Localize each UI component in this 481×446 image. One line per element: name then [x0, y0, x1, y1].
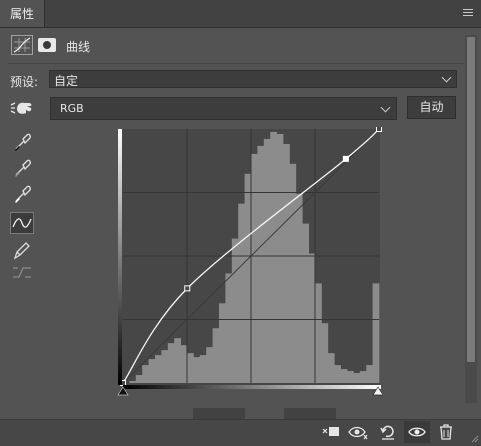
channel-select[interactable]: RGB: [50, 97, 397, 120]
panel-tab-bar: [0, 0, 481, 28]
white-point-eyedropper-icon[interactable]: [10, 183, 34, 205]
edit-points-curve-icon[interactable]: [10, 212, 34, 234]
delete-trash-icon[interactable]: [437, 423, 455, 441]
histogram-bin: [263, 138, 271, 383]
histogram-bin: [359, 371, 367, 383]
auto-button[interactable]: 自动: [407, 96, 456, 119]
histogram-bin: [199, 355, 207, 383]
output-gradient-bar: [118, 129, 122, 385]
black-point-eyedropper-icon[interactable]: [10, 131, 34, 153]
divider: [8, 63, 464, 64]
channel-value: RGB: [60, 102, 84, 115]
preset-select[interactable]: 自定: [49, 70, 457, 88]
histogram-bin: [366, 365, 373, 383]
smooth-curve-icon[interactable]: [10, 262, 34, 284]
histogram-bin: [347, 371, 354, 383]
histogram-bin: [315, 283, 322, 383]
histogram-bin: [161, 350, 169, 383]
chevron-down-icon: [441, 72, 452, 83]
histogram-bin: [321, 323, 329, 383]
histogram-bin: [219, 303, 226, 383]
histogram-bin: [372, 283, 380, 383]
histogram-bin: [129, 381, 137, 383]
tab-properties-label: 属性: [10, 7, 35, 21]
panel-title: 曲线: [66, 40, 91, 54]
histogram-bin: [231, 238, 239, 383]
visibility-eye-icon[interactable]: [404, 421, 430, 443]
tab-properties[interactable]: 属性: [0, 0, 45, 27]
input-gradient-bar: [123, 385, 381, 389]
reset-icon[interactable]: [379, 423, 397, 441]
histogram-bin: [187, 353, 194, 383]
panel-menu-icon[interactable]: [463, 9, 473, 18]
clip-to-layer-icon[interactable]: [321, 423, 341, 441]
curve-point[interactable]: [376, 127, 382, 132]
histogram-bin: [289, 163, 297, 383]
gray-point-eyedropper-icon[interactable]: [10, 157, 34, 179]
histogram-bin: [308, 253, 316, 383]
histogram-bin: [276, 133, 284, 383]
curves-adjustment-icon[interactable]: [11, 35, 33, 55]
resize-grip-icon[interactable]: [471, 435, 479, 443]
histogram-bin: [135, 375, 143, 383]
histogram-bin: [353, 373, 361, 383]
histogram-bin: [334, 365, 341, 383]
histogram-bin: [257, 145, 265, 383]
histogram-bin: [225, 273, 233, 383]
histogram-bin: [212, 328, 220, 383]
chevron-down-icon: [380, 102, 391, 113]
curve-point-selected[interactable]: [342, 155, 349, 162]
histogram-bin: [155, 355, 162, 383]
histogram-bin: [251, 153, 258, 383]
targeted-adjustment-hand-icon[interactable]: [10, 100, 34, 116]
histogram-bin: [167, 343, 175, 383]
curves-graph[interactable]: [117, 127, 382, 397]
histogram-bin: [206, 347, 213, 383]
histogram-bin: [295, 193, 303, 383]
histogram-bin: [180, 345, 188, 383]
histogram-bin: [340, 369, 348, 383]
histogram-bin: [142, 365, 149, 383]
histogram-bin: [270, 131, 277, 383]
view-previous-state-icon[interactable]: [348, 423, 370, 441]
histogram-bin: [302, 223, 309, 383]
preset-value: 自定: [54, 74, 79, 88]
scrollbar-thumb[interactable]: [467, 37, 475, 362]
histogram-bin: [193, 357, 201, 383]
histogram-bin: [174, 338, 181, 383]
histogram-bin: [283, 143, 290, 383]
histogram-bin: [148, 359, 156, 383]
histogram-bin: [238, 203, 245, 383]
histogram-bin: [244, 173, 252, 383]
histogram-bin: [327, 353, 335, 383]
layer-mask-icon[interactable]: [38, 38, 56, 52]
curve-point[interactable]: [184, 285, 191, 292]
preset-label: 预设:: [10, 75, 39, 89]
draw-pencil-icon[interactable]: [10, 239, 34, 261]
